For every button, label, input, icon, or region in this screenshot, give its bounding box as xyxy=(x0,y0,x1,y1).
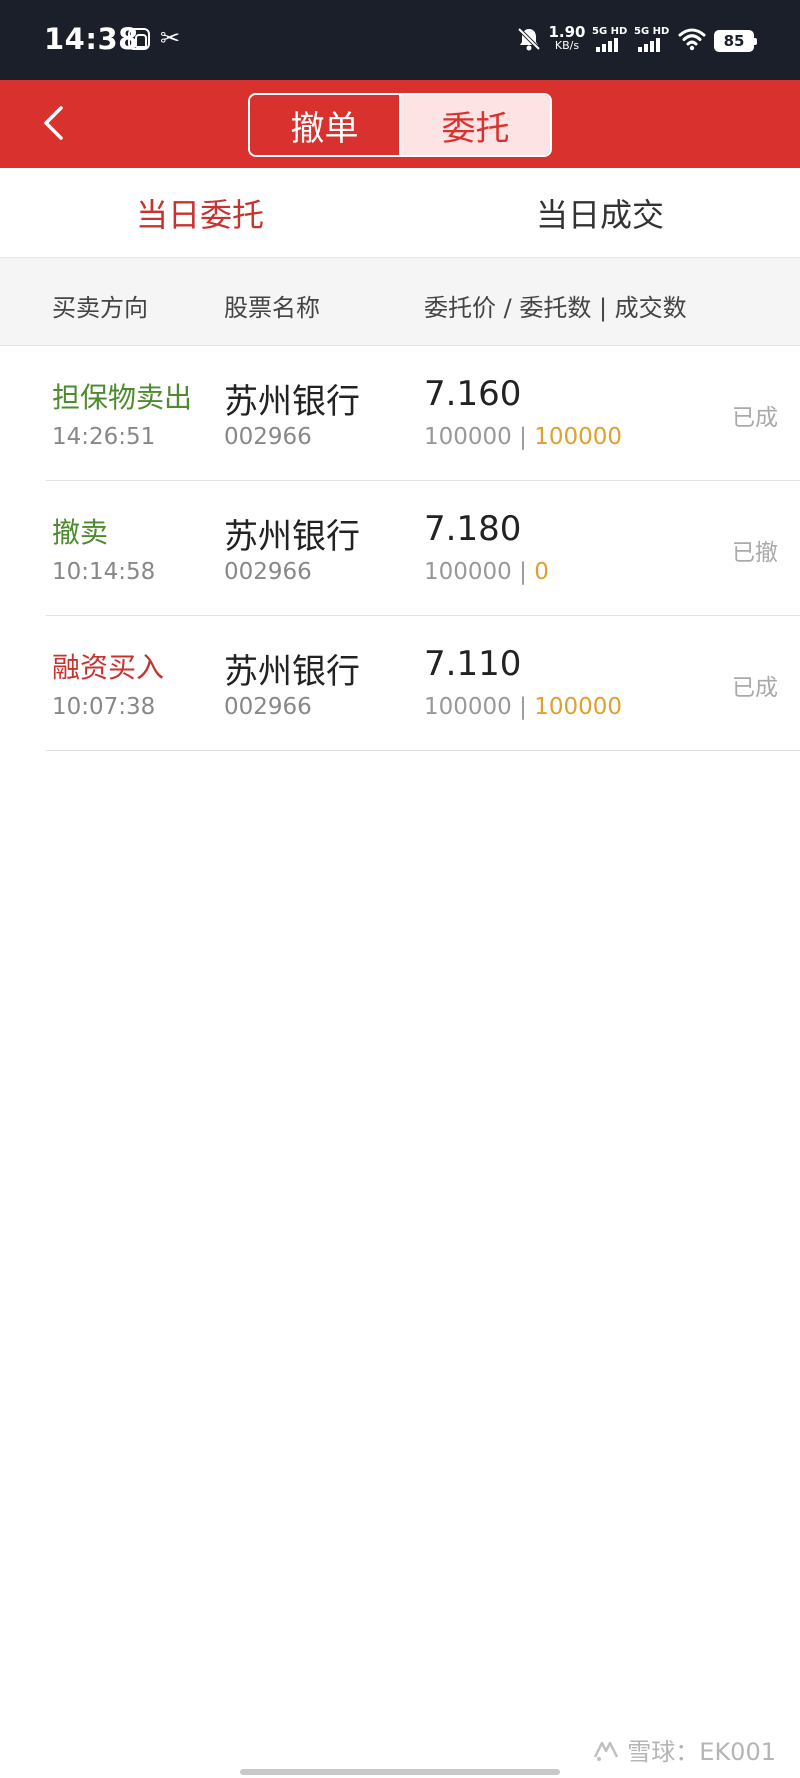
home-indicator[interactable] xyxy=(240,1769,560,1775)
order-time: 10:14:58 xyxy=(52,559,156,585)
column-header-stock-name: 股票名称 xyxy=(224,294,320,322)
order-qty-value: 100000 xyxy=(424,694,512,720)
order-time: 14:26:51 xyxy=(52,424,156,450)
order-quantity: 100000 | 100000 xyxy=(424,424,622,450)
qty-separator: | xyxy=(519,424,527,450)
order-direction: 撤卖 xyxy=(52,516,109,549)
stock-name: 苏州银行 xyxy=(224,382,360,422)
watermark-text: 雪球：EK001 xyxy=(627,1738,776,1766)
filled-qty-value: 100000 xyxy=(534,694,622,720)
order-status: 已成 xyxy=(732,405,778,431)
order-quantity: 100000 | 100000 xyxy=(424,694,622,720)
order-quantity: 100000 | 0 xyxy=(424,559,549,585)
battery-icon: 85 xyxy=(714,30,757,52)
tab-today-deals[interactable]: 当日成交 xyxy=(400,168,800,257)
order-row[interactable]: 融资买入 10:07:38 苏州银行 002966 7.110 100000 |… xyxy=(46,616,800,751)
order-status: 已撤 xyxy=(732,540,778,566)
order-direction: 担保物卖出 xyxy=(52,381,193,414)
filled-qty-value: 0 xyxy=(534,559,549,585)
app-notification-icon xyxy=(128,28,150,50)
signal-2-label: 5G HD xyxy=(634,26,670,37)
tab-bar: 当日委托 当日成交 xyxy=(0,168,800,258)
tab-today-orders[interactable]: 当日委托 xyxy=(0,168,400,257)
network-speed-value: 1.90 xyxy=(548,23,586,41)
qty-separator: | xyxy=(519,559,527,585)
order-direction: 融资买入 xyxy=(52,651,165,684)
segment-cancel-order[interactable]: 撤单 xyxy=(250,95,401,155)
watermark: 雪球：EK001 xyxy=(591,1732,776,1767)
order-qty-value: 100000 xyxy=(424,424,512,450)
back-button[interactable] xyxy=(28,98,78,148)
xueqiu-logo-icon xyxy=(594,1741,619,1761)
order-time: 10:07:38 xyxy=(52,694,156,720)
chevron-left-icon xyxy=(44,106,63,140)
order-qty-value: 100000 xyxy=(424,559,512,585)
segment-order[interactable]: 委托 xyxy=(401,95,550,155)
stock-code: 002966 xyxy=(224,694,312,720)
status-time: 14:38 xyxy=(44,22,139,56)
column-header-price-qty: 委托价 / 委托数 | 成交数 xyxy=(424,294,687,322)
segment-control: 撤单 委托 xyxy=(248,93,552,157)
top-header: 撤单 委托 xyxy=(0,80,800,168)
app-x-icon: ✂ xyxy=(160,24,181,52)
signal-1-bars-icon xyxy=(596,38,618,52)
stock-code: 002966 xyxy=(224,559,312,585)
wifi-icon xyxy=(678,28,706,51)
stock-name: 苏州银行 xyxy=(224,517,360,557)
filled-qty-value: 100000 xyxy=(534,424,622,450)
order-price: 7.180 xyxy=(424,509,522,549)
mute-icon xyxy=(517,27,541,51)
signal-2: 5G HD xyxy=(634,26,676,54)
stock-code: 002966 xyxy=(224,424,312,450)
signal-2-bars-icon xyxy=(638,38,660,52)
order-price: 7.160 xyxy=(424,374,522,414)
status-bar: 14:38 ✂ 1.90 KB/s 5G HD 5G HD 85 xyxy=(0,0,800,80)
table-header: 买卖方向 股票名称 委托价 / 委托数 | 成交数 xyxy=(0,258,800,346)
stock-name: 苏州银行 xyxy=(224,652,360,692)
column-header-direction: 买卖方向 xyxy=(52,294,148,322)
order-price: 7.110 xyxy=(424,644,522,684)
signal-1: 5G HD xyxy=(592,26,634,54)
network-speed: 1.90 KB/s xyxy=(548,23,586,53)
order-row[interactable]: 撤卖 10:14:58 苏州银行 002966 7.180 100000 | 0… xyxy=(46,481,800,616)
order-status: 已成 xyxy=(732,675,778,701)
order-row[interactable]: 担保物卖出 14:26:51 苏州银行 002966 7.160 100000 … xyxy=(46,346,800,481)
qty-separator: | xyxy=(519,694,527,720)
signal-1-label: 5G HD xyxy=(592,26,628,37)
